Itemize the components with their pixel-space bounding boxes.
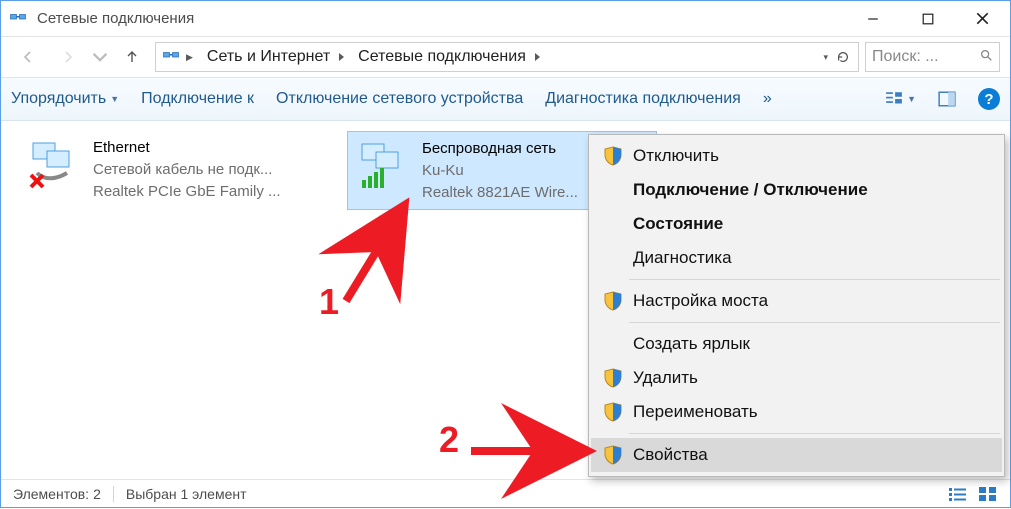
menu-connect-disconnect[interactable]: Подключение / Отключение xyxy=(591,173,1002,207)
menu-separator xyxy=(629,279,1000,280)
minimize-button[interactable] xyxy=(845,1,900,36)
back-button[interactable] xyxy=(11,42,45,72)
titlebar: Сетевые подключения xyxy=(1,1,1010,36)
menu-properties[interactable]: Свойства xyxy=(591,438,1002,472)
network-item-ethernet[interactable]: Ethernet Сетевой кабель не подк... Realt… xyxy=(19,131,329,208)
menu-disable[interactable]: Отключить xyxy=(591,139,1002,173)
search-icon xyxy=(979,48,993,67)
menu-delete[interactable]: Удалить xyxy=(591,361,1002,395)
toolbar-connect-to[interactable]: Подключение к xyxy=(141,90,254,108)
large-icons-view-button[interactable] xyxy=(978,486,998,502)
menu-create-shortcut[interactable]: Создать ярлык xyxy=(591,327,1002,361)
search-box[interactable]: Поиск: ... xyxy=(865,42,1000,72)
shield-icon xyxy=(603,146,623,166)
maximize-button[interactable] xyxy=(900,1,955,36)
address-dropdown-icon[interactable]: ▾ xyxy=(823,52,828,63)
ethernet-device: Realtek PCIe GbE Family ... xyxy=(93,181,321,203)
shield-icon xyxy=(603,402,623,422)
refresh-button[interactable] xyxy=(834,50,852,64)
menu-diagnose[interactable]: Диагностика xyxy=(591,241,1002,275)
menu-rename[interactable]: Переименовать xyxy=(591,395,1002,429)
recent-dropdown[interactable] xyxy=(91,42,109,72)
toolbar-overflow[interactable]: » xyxy=(763,90,772,108)
shield-icon xyxy=(603,445,623,465)
toolbar-diagnose[interactable]: Диагностика подключения xyxy=(545,90,741,108)
ethernet-icon xyxy=(27,137,83,193)
toolbar-help[interactable]: ? xyxy=(978,88,1000,110)
menu-status[interactable]: Состояние xyxy=(591,207,1002,241)
address-bar[interactable]: ▶ Сеть и Интернет Сетевые подключения ▾ xyxy=(155,42,859,72)
app-icon xyxy=(9,10,27,28)
breadcrumb-parent[interactable]: Сеть и Интернет xyxy=(199,48,344,66)
wireless-icon xyxy=(356,138,412,194)
status-count-label: Элементов: xyxy=(13,486,89,502)
forward-button[interactable] xyxy=(51,42,85,72)
breadcrumb-current[interactable]: Сетевые подключения xyxy=(350,48,540,66)
close-button[interactable] xyxy=(955,1,1010,36)
toolbar-view-options[interactable]: ▼ xyxy=(885,90,916,108)
status-count-value: 2 xyxy=(93,486,101,502)
menu-separator xyxy=(629,433,1000,434)
shield-icon xyxy=(603,368,623,388)
menu-bridge[interactable]: Настройка моста xyxy=(591,284,1002,318)
search-placeholder: Поиск: ... xyxy=(872,48,975,66)
navbar: ▶ Сеть и Интернет Сетевые подключения ▾ … xyxy=(1,36,1010,78)
toolbar-organize[interactable]: Упорядочить▼ xyxy=(11,90,119,108)
status-selected: Выбран 1 элемент xyxy=(126,486,247,502)
ethernet-status: Сетевой кабель не подк... xyxy=(93,159,321,181)
address-icon xyxy=(162,48,180,66)
context-menu: Отключить Подключение / Отключение Состо… xyxy=(588,134,1005,477)
shield-icon xyxy=(603,291,623,311)
root-chevron-icon: ▶ xyxy=(186,52,193,63)
toolbar-preview-pane[interactable] xyxy=(938,90,956,108)
toolbar: Упорядочить▼ Подключение к Отключение се… xyxy=(1,78,1010,121)
toolbar-disable-device[interactable]: Отключение сетевого устройства xyxy=(276,90,523,108)
status-bar: Элементов: 2 Выбран 1 элемент xyxy=(1,479,1010,507)
window-title: Сетевые подключения xyxy=(37,10,845,27)
ethernet-name: Ethernet xyxy=(93,137,321,159)
details-view-button[interactable] xyxy=(948,486,968,502)
menu-separator xyxy=(629,322,1000,323)
up-button[interactable] xyxy=(115,42,149,72)
